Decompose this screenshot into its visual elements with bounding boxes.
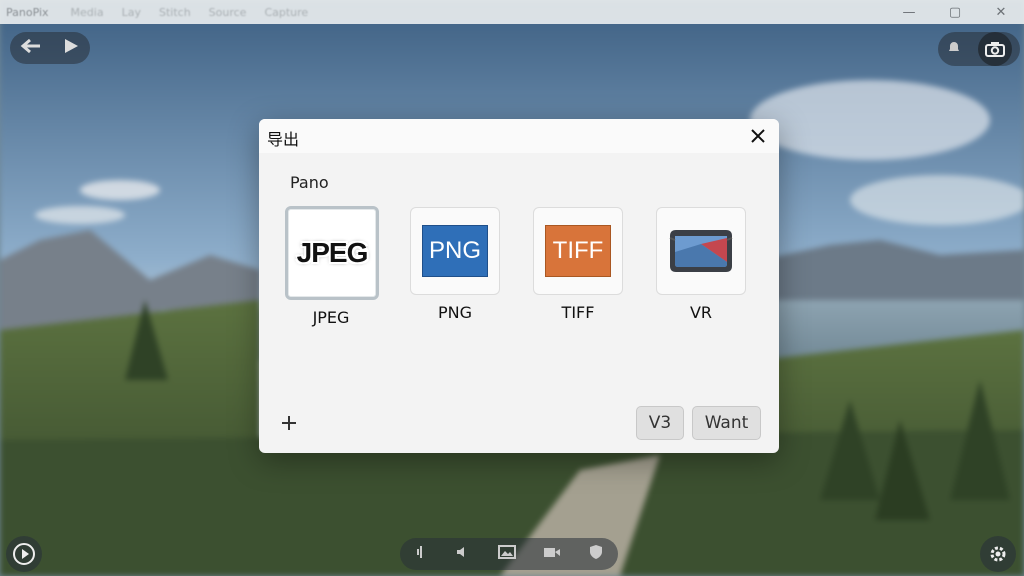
nav-controls xyxy=(10,32,90,64)
toolbar-button[interactable] xyxy=(497,544,516,564)
toolbar-button[interactable] xyxy=(455,544,471,564)
top-right-controls xyxy=(938,32,1020,66)
play-icon xyxy=(65,39,78,53)
format-tile[interactable] xyxy=(656,207,746,295)
vr-headset-icon xyxy=(669,230,733,272)
toolbar-button[interactable] xyxy=(588,544,604,564)
maximize-icon: ▢ xyxy=(948,4,962,20)
format-label: TIFF xyxy=(561,303,595,322)
menu-item[interactable]: Media xyxy=(71,6,104,19)
toolbar-button[interactable] xyxy=(414,544,428,564)
format-label: PNG xyxy=(437,303,472,322)
camera-button[interactable] xyxy=(978,32,1012,66)
window-titlebar: PanoPix Media Lay Stitch Source Capture … xyxy=(0,0,1024,24)
minimize-icon: — xyxy=(902,4,916,20)
play-tour-button[interactable] xyxy=(6,536,42,572)
toolbar-button[interactable] xyxy=(543,544,561,564)
dialog-close-button[interactable] xyxy=(745,123,771,149)
menu-item[interactable]: Capture xyxy=(264,6,308,19)
png-icon: PNG xyxy=(422,225,488,277)
menu-item[interactable]: Source xyxy=(209,6,247,19)
add-button[interactable] xyxy=(277,411,301,435)
menu-bar: Media Lay Stitch Source Capture xyxy=(71,6,309,19)
settings-button[interactable] xyxy=(980,536,1016,572)
format-label: VR xyxy=(689,303,713,322)
format-option-jpeg[interactable]: JPEG JPEG xyxy=(285,206,379,327)
gear-icon xyxy=(990,546,1006,562)
bell-icon xyxy=(949,42,959,51)
maximize-button[interactable]: ▢ xyxy=(932,0,978,24)
close-icon xyxy=(751,129,765,143)
minimize-button[interactable]: — xyxy=(886,0,932,24)
close-window-button[interactable]: ✕ xyxy=(978,0,1024,24)
play-circle-icon xyxy=(13,543,35,565)
shield-icon xyxy=(590,545,603,559)
bottom-toolbar xyxy=(400,538,618,570)
export-dialog: 导出 Pano JPEG JPEG PNG PNG TIFF TIFF VR V… xyxy=(259,119,779,453)
format-option-vr[interactable]: VR xyxy=(655,207,747,322)
back-button[interactable] xyxy=(20,38,42,58)
notification-button[interactable] xyxy=(946,39,962,59)
video-icon xyxy=(544,548,561,557)
format-option-tiff[interactable]: TIFF TIFF xyxy=(532,207,624,322)
speaker-icon xyxy=(456,547,464,557)
plus-icon xyxy=(282,416,296,430)
arrow-left-icon xyxy=(20,38,40,54)
play-forward-button[interactable] xyxy=(62,37,80,59)
format-tile[interactable]: TIFF xyxy=(533,207,623,295)
want-button[interactable]: Want xyxy=(692,406,761,440)
dialog-title: 导出 xyxy=(267,130,300,149)
dialog-header: 导出 xyxy=(259,119,779,153)
format-option-png[interactable]: PNG PNG xyxy=(409,207,501,322)
tiff-icon: TIFF xyxy=(545,225,611,277)
format-label: JPEG xyxy=(312,308,350,327)
app-title: PanoPix xyxy=(6,5,49,19)
close-icon: ✕ xyxy=(995,4,1007,20)
format-tile[interactable]: JPEG xyxy=(285,206,379,300)
level-icon xyxy=(416,546,422,558)
section-label: Pano xyxy=(290,173,329,192)
jpeg-icon: JPEG xyxy=(296,237,369,268)
v3-button[interactable]: V3 xyxy=(636,406,684,440)
menu-item[interactable]: Stitch xyxy=(159,6,191,19)
menu-item[interactable]: Lay xyxy=(122,6,141,19)
image-icon xyxy=(497,545,516,559)
format-tile[interactable]: PNG xyxy=(410,207,500,295)
camera-icon xyxy=(985,42,1005,57)
